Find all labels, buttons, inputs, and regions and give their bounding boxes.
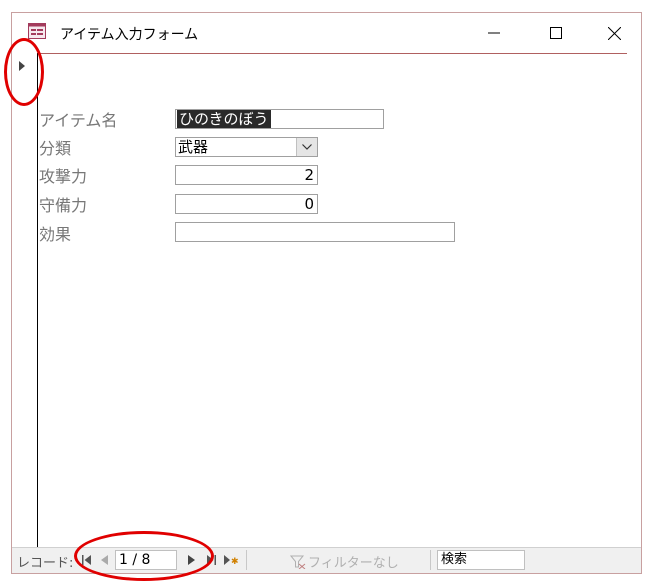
- filter-label: フィルターなし: [308, 556, 399, 571]
- item-name-label: アイテム名: [39, 111, 118, 130]
- record-label: レコード:: [17, 556, 74, 571]
- filter-funnel-icon: [290, 555, 306, 569]
- attack-field[interactable]: 2: [175, 165, 318, 185]
- svg-text:✱: ✱: [231, 557, 238, 565]
- new-record-button[interactable]: ✱: [223, 553, 239, 567]
- effect-field[interactable]: [175, 222, 455, 242]
- minimize-icon: [488, 32, 500, 34]
- maximize-button[interactable]: [533, 19, 579, 47]
- nav-separator: [246, 550, 247, 570]
- defense-field[interactable]: 0: [175, 194, 318, 214]
- category-value: 武器: [178, 138, 209, 156]
- filter-toggle[interactable]: フィルターなし: [290, 552, 399, 571]
- category-label: 分類: [39, 139, 72, 158]
- minimize-button[interactable]: [471, 19, 517, 47]
- window-title: アイテム入力フォーム: [60, 27, 199, 43]
- effect-label: 効果: [39, 225, 72, 244]
- annotation-circle-record-position: [74, 531, 214, 581]
- close-button[interactable]: [591, 19, 637, 47]
- title-divider: [36, 53, 627, 54]
- chevron-down-icon: [302, 144, 312, 150]
- attack-value: 2: [304, 166, 314, 184]
- attack-label: 攻撃力: [39, 167, 88, 186]
- new-record-icon: ✱: [224, 555, 238, 565]
- item-name-value: ひのきのぼう: [177, 110, 271, 128]
- title-bar[interactable]: アイテム入力フォーム: [12, 13, 641, 53]
- category-combobox[interactable]: 武器: [175, 137, 318, 157]
- defense-label: 守備力: [39, 196, 88, 215]
- defense-value: 0: [304, 195, 314, 213]
- category-dropdown-button[interactable]: [296, 138, 317, 156]
- form-app-icon: [28, 23, 46, 39]
- item-name-field[interactable]: ひのきのぼう: [175, 109, 384, 129]
- maximize-icon: [550, 27, 562, 39]
- close-icon: [607, 26, 621, 40]
- record-selector[interactable]: [12, 53, 38, 547]
- nav-separator: [430, 550, 431, 570]
- search-box[interactable]: 検索: [437, 550, 525, 570]
- annotation-circle-record-selector: [4, 38, 44, 106]
- form-window: アイテム入力フォーム アイテム名 ひのきのぼう 分類 武器 攻撃力 2 守備力 …: [11, 12, 642, 574]
